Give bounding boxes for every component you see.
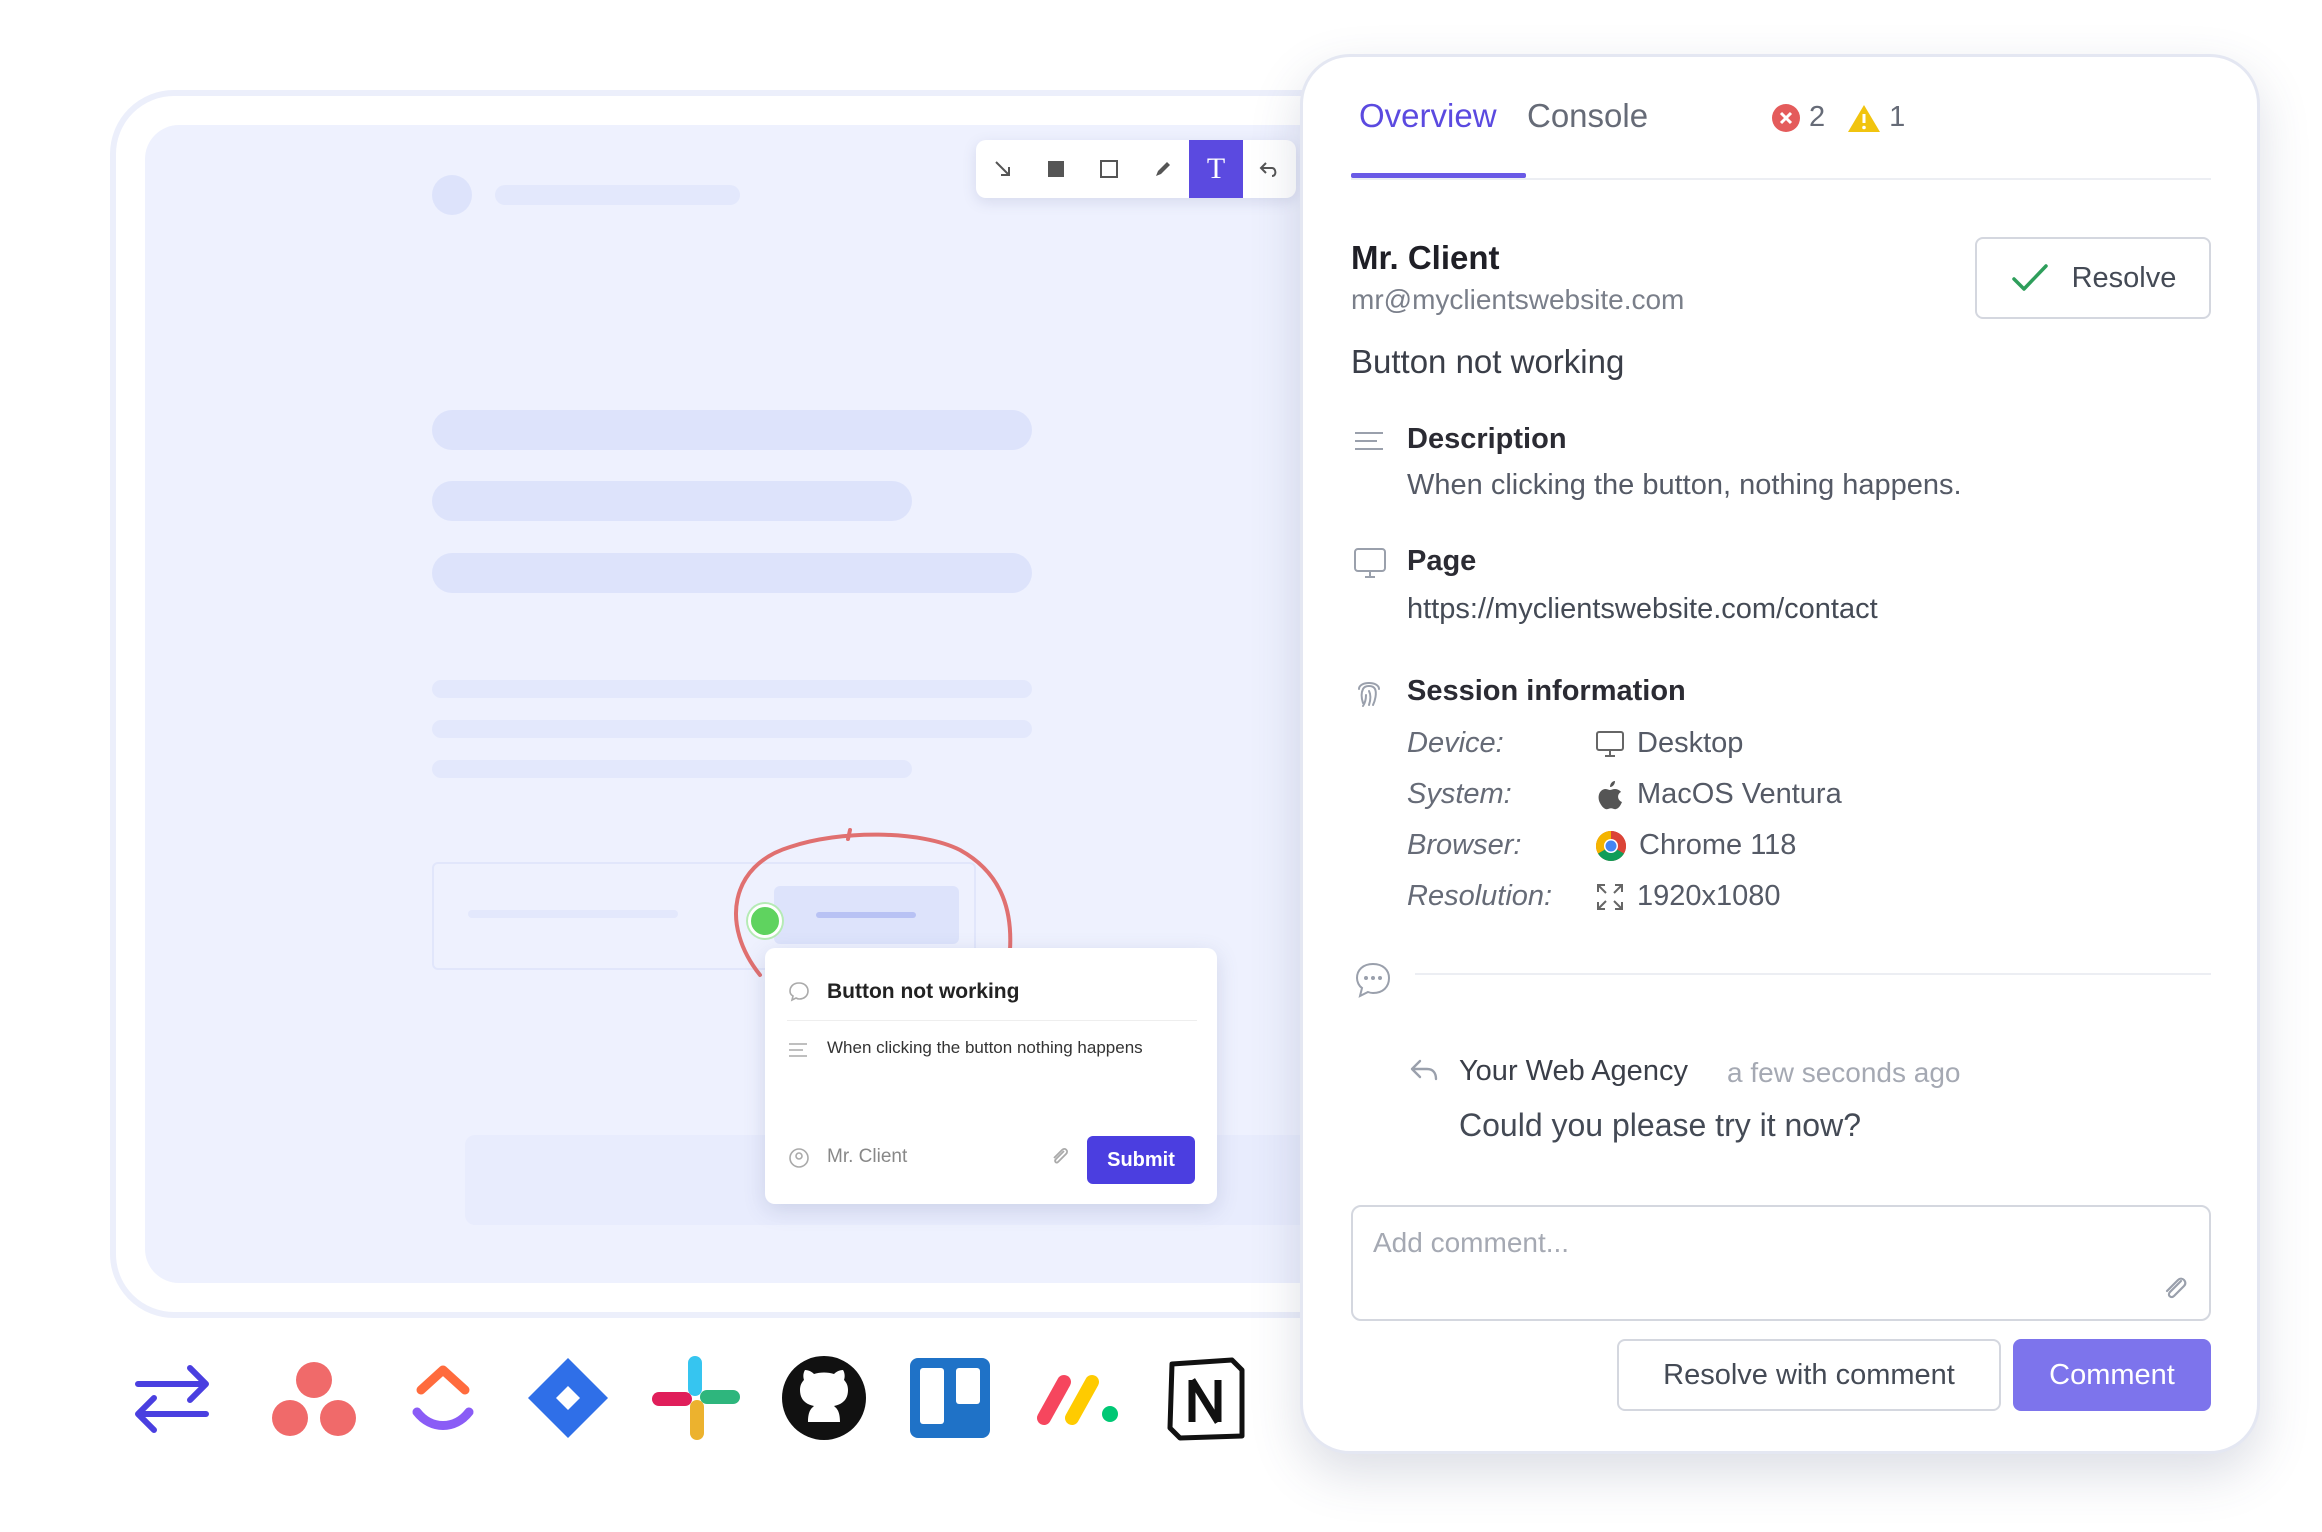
browser-value-text: Chrome 118 [1639, 829, 1797, 861]
pen-icon [1155, 162, 1170, 176]
comment-input[interactable]: Add comment... [1351, 1205, 2211, 1321]
user-icon [789, 1148, 809, 1168]
github-icon [776, 1350, 872, 1446]
check-icon [2011, 264, 2048, 291]
session-resolution-value: 1920x1080 [1595, 880, 1781, 913]
text-tool[interactable]: T [1189, 140, 1243, 198]
warning-count: 1 [1889, 101, 1906, 133]
annotation-toolbar: T [976, 140, 1296, 198]
session-device-key: Device: [1407, 727, 1504, 759]
error-count: 2 [1809, 101, 1826, 133]
reply-text: Could you please try it now? [1459, 1107, 1861, 1143]
system-value-text: MacOS Ventura [1637, 778, 1842, 810]
expand-icon [1597, 883, 1623, 910]
comments-divider [1415, 973, 2211, 975]
monitor-icon [1596, 730, 1624, 757]
square-outline-icon [1100, 160, 1119, 178]
description-lines-icon [1355, 432, 1383, 450]
trello-icon [902, 1350, 998, 1446]
resolve-button[interactable]: Resolve [1975, 237, 2211, 319]
undo-tool[interactable] [1243, 140, 1296, 198]
asana-icon [266, 1350, 362, 1446]
session-label: Session information [1407, 675, 1686, 707]
filled-rect-tool[interactable] [1029, 140, 1082, 198]
error-icon [1772, 103, 1800, 132]
sync-icon [124, 1350, 220, 1446]
apple-icon [1598, 780, 1622, 809]
monday-icon [1030, 1350, 1126, 1446]
resolve-button-label: Resolve [2071, 261, 2177, 294]
reporter-email: mr@myclientswebsite.com [1351, 284, 1685, 315]
issue-title: Button not working [1351, 343, 1625, 380]
session-system-key: System: [1407, 778, 1512, 810]
rect-tool[interactable] [1083, 140, 1136, 198]
mini-form-author: Mr. Client [827, 1146, 908, 1167]
warning-icon [1848, 104, 1881, 132]
tab-overview[interactable]: Overview [1359, 97, 1497, 135]
small-line-placeholder [432, 720, 1032, 738]
title-placeholder [495, 185, 740, 205]
comment-placeholder: Add comment... [1373, 1227, 1570, 1258]
session-browser-value: Chrome 118 [1595, 829, 1796, 862]
comments-icon [1355, 962, 1391, 998]
tab-console[interactable]: Console [1527, 97, 1648, 135]
mini-submit-button[interactable]: Submit [1087, 1136, 1195, 1184]
feedback-details-panel: Overview Console 2 1 Mr. Client mr@mycli… [1300, 54, 2260, 1454]
avatar-placeholder [432, 175, 472, 215]
arrow-icon [994, 161, 1010, 176]
chrome-icon [1595, 830, 1627, 861]
mini-form-description: When clicking the button nothing happens [827, 1038, 1143, 1057]
description-label: Description [1407, 423, 1567, 455]
small-line-placeholder [432, 680, 1032, 698]
session-system-value: MacOS Ventura [1595, 778, 1842, 811]
clickup-icon [395, 1350, 491, 1446]
reporter-name: Mr. Client [1351, 239, 1500, 276]
description-text: When clicking the button, nothing happen… [1407, 469, 1962, 501]
console-badges: 2 1 [1771, 101, 1905, 134]
comment-button[interactable]: Comment [2013, 1339, 2211, 1411]
resolution-value-text: 1920x1080 [1637, 880, 1781, 912]
session-device-value: Desktop [1595, 727, 1743, 760]
device-value-text: Desktop [1637, 727, 1744, 759]
session-browser-key: Browser: [1407, 829, 1522, 861]
mini-form-title: Button not working [827, 980, 1020, 1003]
pen-tool[interactable] [1136, 140, 1189, 198]
page-monitor-icon [1354, 548, 1386, 578]
tabs-divider [1351, 178, 2211, 180]
attach-paperclip-icon[interactable] [2159, 1273, 2191, 1305]
text-line-placeholder [432, 410, 1032, 450]
text-line-placeholder [432, 553, 1032, 593]
divider [787, 1020, 1197, 1021]
small-line-placeholder [432, 760, 912, 778]
chat-bubble-icon [789, 982, 809, 1002]
session-resolution-key: Resolution: [1407, 880, 1553, 912]
paperclip-icon[interactable] [1047, 1144, 1073, 1170]
reply-time: a few seconds ago [1727, 1057, 1961, 1088]
feedback-pin[interactable] [748, 904, 782, 938]
text-glyph: T [1206, 152, 1226, 185]
lines-icon [789, 1043, 807, 1057]
reply-author: Your Web Agency [1459, 1055, 1688, 1087]
feedback-mini-form: Button not working When clicking the but… [765, 948, 1217, 1204]
input-placeholder [468, 910, 678, 918]
page-url[interactable]: https://myclientswebsite.com/contact [1407, 593, 1878, 626]
slack-icon [648, 1350, 744, 1446]
page-label: Page [1407, 545, 1477, 577]
fingerprint-icon [1358, 682, 1380, 707]
text-line-placeholder [432, 481, 912, 521]
arrow-tool[interactable] [976, 140, 1029, 198]
notion-icon [1158, 1350, 1254, 1446]
reply-icon [1410, 1059, 1438, 1081]
jira-icon [520, 1350, 616, 1446]
filled-square-icon [1047, 161, 1064, 177]
undo-icon [1259, 162, 1277, 177]
resolve-with-comment-button[interactable]: Resolve with comment [1617, 1339, 2001, 1411]
